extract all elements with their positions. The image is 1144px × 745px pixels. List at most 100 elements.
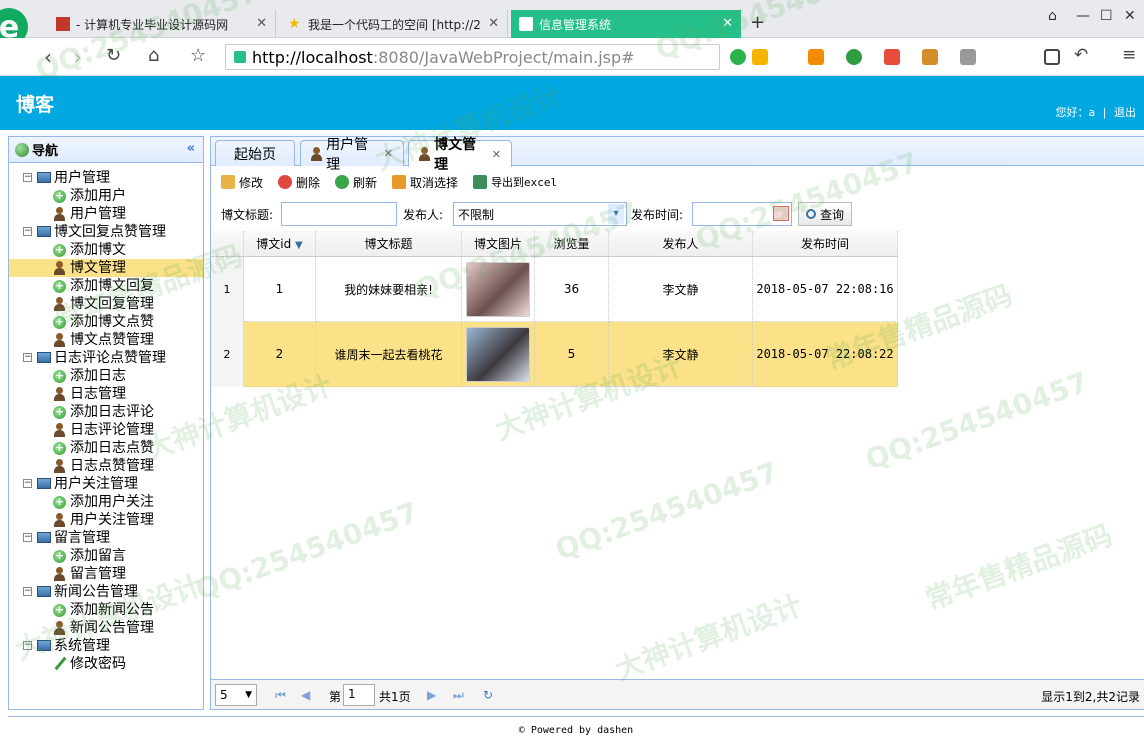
title-input[interactable] <box>281 202 397 226</box>
browser-tab-3[interactable]: 信息管理系统 ✕ <box>511 10 741 38</box>
undo-icon[interactable]: ↶ <box>1074 45 1088 65</box>
apps-icon[interactable] <box>808 49 824 65</box>
tree-item[interactable]: + 添加博文回复 <box>9 277 203 295</box>
tree-item[interactable]: 博文点赞管理 <box>9 331 203 349</box>
table-cell-img[interactable] <box>462 257 535 322</box>
table-cell-time[interactable]: 2018-05-07 22:08:22 <box>753 322 898 387</box>
tree-group[interactable]: − 用户关注管理 <box>9 475 203 493</box>
refresh-icon[interactable]: ↻ <box>106 45 121 66</box>
close-icon[interactable]: ✕ <box>256 16 267 31</box>
first-page-icon[interactable]: ⏮ <box>275 688 286 703</box>
tree-item[interactable]: 留言管理 <box>9 565 203 583</box>
address-bar[interactable]: http://localhost:8080/JavaWebProject/mai… <box>225 44 720 70</box>
collapse-toggle-icon[interactable]: − <box>23 227 32 236</box>
browser-tab-1[interactable]: - 计算机专业毕业设计源码网 ✕ <box>48 10 276 38</box>
tree-item[interactable]: 日志评论管理 <box>9 421 203 439</box>
tree-item[interactable]: + 添加用户关注 <box>9 493 203 511</box>
tree-group[interactable]: − 用户管理 <box>9 169 203 187</box>
shirt-icon[interactable]: ⌂ <box>1048 8 1057 24</box>
menu-icon[interactable]: ≡ <box>1122 45 1136 65</box>
lightning-icon[interactable] <box>752 49 768 65</box>
tree-item[interactable]: + 添加用户 <box>9 187 203 205</box>
tree-item[interactable]: 用户关注管理 <box>9 511 203 529</box>
export-excel-button[interactable]: 导出到excel <box>473 174 557 190</box>
tree-group[interactable]: − 留言管理 <box>9 529 203 547</box>
close-icon[interactable]: ✕ <box>722 16 733 31</box>
table-cell-title[interactable]: 谁周末一起去看桃花 <box>316 322 462 387</box>
table-cell-views[interactable]: 5 <box>535 322 609 387</box>
forward-icon[interactable]: › <box>74 45 82 69</box>
close-icon[interactable]: ✕ <box>492 148 501 161</box>
collapse-toggle-icon[interactable]: − <box>23 641 32 650</box>
back-icon[interactable]: ‹ <box>44 45 52 69</box>
last-page-icon[interactable]: ⏭ <box>453 688 464 703</box>
tree-group[interactable]: − 系统管理 <box>9 637 203 655</box>
time-input[interactable] <box>692 202 792 226</box>
favorite-icon[interactable]: ☆ <box>190 45 206 66</box>
close-window-icon[interactable]: ✕ <box>1124 8 1136 24</box>
tree-item[interactable]: + 添加日志 <box>9 367 203 385</box>
page-size-select[interactable]: 5 ▼ <box>215 684 257 706</box>
screenshot-icon[interactable] <box>922 49 938 65</box>
table-cell-id[interactable]: 2 <box>244 322 316 387</box>
tree-item[interactable]: + 添加留言 <box>9 547 203 565</box>
reload-icon[interactable]: ↻ <box>483 688 493 702</box>
extension-icon[interactable] <box>730 49 746 65</box>
delete-button[interactable]: 删除 <box>278 174 320 191</box>
query-button[interactable]: 查询 <box>798 202 852 226</box>
column-header-publisher[interactable]: 发布人 <box>609 231 753 257</box>
tree-group[interactable]: − 博文回复点赞管理 <box>9 223 203 241</box>
column-header-title[interactable]: 博文标题 <box>316 231 462 257</box>
tree-group[interactable]: − 日志评论点赞管理 <box>9 349 203 367</box>
edit-button[interactable]: 修改 <box>221 174 263 191</box>
collapse-toggle-icon[interactable]: − <box>23 173 32 182</box>
reader-icon[interactable] <box>1044 49 1060 65</box>
home-icon[interactable]: ⌂ <box>148 45 159 66</box>
table-cell-time[interactable]: 2018-05-07 22:08:16 <box>753 257 898 322</box>
table-cell-views[interactable]: 36 <box>535 257 609 322</box>
prev-page-icon[interactable]: ◀ <box>301 688 310 702</box>
tab-user-management[interactable]: 用户管理 ✕ <box>300 137 404 173</box>
tree-item[interactable]: 博文回复管理 <box>9 295 203 313</box>
game-icon[interactable] <box>960 49 976 65</box>
tree-item[interactable]: 日志管理 <box>9 385 203 403</box>
collapse-toggle-icon[interactable]: − <box>23 353 32 362</box>
table-cell-publisher[interactable]: 李文静 <box>609 257 753 322</box>
tree-group[interactable]: − 新闻公告管理 <box>9 583 203 601</box>
table-cell-publisher[interactable]: 李文静 <box>609 322 753 387</box>
close-icon[interactable]: ✕ <box>384 147 393 160</box>
calendar-icon[interactable] <box>773 206 789 221</box>
tab-blog-management[interactable]: 博文管理 ✕ <box>408 137 512 173</box>
browser-tab-2[interactable]: ★ 我是一个代码工的空间 [http://2 ✕ <box>280 10 508 38</box>
tree-item[interactable]: + 添加新闻公告 <box>9 601 203 619</box>
translate-icon[interactable] <box>884 49 900 65</box>
tree-item[interactable]: 新闻公告管理 <box>9 619 203 637</box>
tree-item[interactable]: + 添加博文 <box>9 241 203 259</box>
logout-link[interactable]: 退出 <box>1114 106 1136 119</box>
table-cell-title[interactable]: 我的妹妹要相亲! <box>316 257 462 322</box>
publisher-select[interactable]: 不限制 ▾ <box>453 202 627 226</box>
collapse-toggle-icon[interactable]: − <box>23 533 32 542</box>
next-page-icon[interactable]: ▶ <box>427 688 436 702</box>
collapse-toggle-icon[interactable]: − <box>23 479 32 488</box>
column-header-views[interactable]: 浏览量 <box>535 231 609 257</box>
collapse-toggle-icon[interactable]: − <box>23 587 32 596</box>
unselect-button[interactable]: 取消选择 <box>392 174 458 191</box>
column-header-id[interactable]: 博文id ▼ <box>244 231 316 257</box>
page-number-input[interactable]: 1 <box>343 684 375 706</box>
table-cell-img[interactable] <box>462 322 535 387</box>
maximize-icon[interactable]: ☐ <box>1100 8 1113 24</box>
tree-item[interactable]: + 添加日志点赞 <box>9 439 203 457</box>
close-icon[interactable]: ✕ <box>488 16 499 31</box>
tree-item[interactable]: 日志点赞管理 <box>9 457 203 475</box>
money-icon[interactable] <box>846 49 862 65</box>
tree-item[interactable]: 博文管理 <box>9 259 203 277</box>
table-cell-id[interactable]: 1 <box>244 257 316 322</box>
refresh-button[interactable]: 刷新 <box>335 174 377 191</box>
column-header-time[interactable]: 发布时间 <box>753 231 898 257</box>
tree-item[interactable]: + 添加博文点赞 <box>9 313 203 331</box>
chevron-down-icon[interactable]: ▾ <box>608 204 624 224</box>
column-header-image[interactable]: 博文图片 <box>462 231 535 257</box>
collapse-icon[interactable]: « <box>187 141 195 156</box>
new-tab-button[interactable]: + <box>750 12 765 33</box>
